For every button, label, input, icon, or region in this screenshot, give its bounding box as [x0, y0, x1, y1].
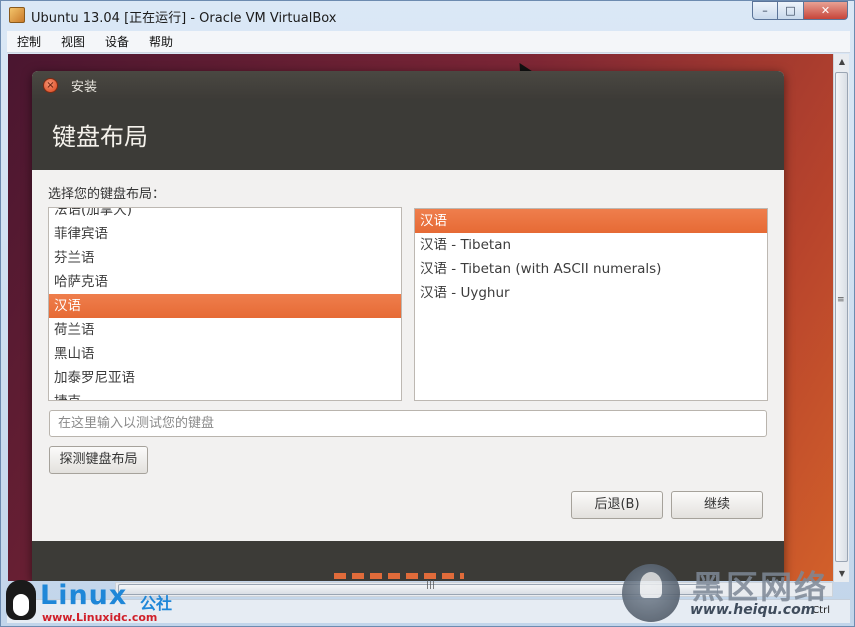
detect-layout-button[interactable]: 探测键盘布局 [49, 446, 148, 474]
list-item[interactable]: 芬兰语 [49, 246, 401, 270]
list-item[interactable]: 菲律宾语 [49, 222, 401, 246]
list-item[interactable]: 汉语 - Uyghur [415, 281, 767, 305]
heiqu-watermark: 黑区网络 www.heiqu.com [620, 562, 850, 626]
maximize-button[interactable]: □ [778, 1, 804, 20]
menu-control[interactable]: 控制 [7, 33, 51, 50]
variant-list-rows: 汉语 汉语 - Tibetan 汉语 - Tibetan (with ASCII n… [415, 209, 767, 305]
page-title: 键盘布局 [52, 123, 148, 151]
keyboard-test-input[interactable]: 在这里输入以测试您的键盘 [49, 410, 767, 437]
scroll-up-icon[interactable]: ▲ [834, 54, 850, 70]
heiqu-watermark-url: www.heiqu.com [690, 602, 816, 618]
list-item[interactable]: 法语(加拿大) [49, 208, 401, 222]
vm-display[interactable]: × 安装 键盘布局 选择您的键盘布局： 法语(加拿大) 菲律宾语 芬兰语 哈萨克语 汉语… [8, 54, 833, 581]
installer-window-title: 安装 [71, 80, 98, 95]
vertical-scrollbar[interactable]: ▲ ≡ ▼ [833, 54, 849, 582]
menu-view[interactable]: 视图 [51, 33, 95, 50]
hscroll-grip-icon: ||| [426, 580, 436, 590]
window-title: Ubuntu 13.04 [正在运行] - Oracle VM VirtualB… [31, 11, 337, 26]
list-item[interactable]: 汉语 [49, 294, 401, 318]
variant-list[interactable]: 汉语 汉语 - Tibetan 汉语 - Tibetan (with ASCII n… [414, 208, 768, 401]
list-item[interactable]: 黑山语 [49, 342, 401, 366]
penguin-logo-icon [6, 580, 36, 620]
layout-list-rows: 法语(加拿大)菲律宾语芬兰语哈萨克语汉语荷兰语黑山语加泰罗尼亚语捷克 [49, 208, 401, 400]
virtualbox-window: Ubuntu 13.04 [正在运行] - Oracle VM VirtualB… [0, 0, 855, 627]
list-item[interactable]: 捷克 [49, 390, 401, 400]
installer-titlebar: × 安装 [32, 71, 784, 99]
progress-dots [334, 573, 464, 579]
vertical-scroll-thumb[interactable] [835, 72, 848, 562]
minimize-button[interactable]: – [752, 1, 778, 20]
back-button[interactable]: 后退(B) [571, 491, 663, 519]
layout-list[interactable]: 法语(加拿大)菲律宾语芬兰语哈萨克语汉语荷兰语黑山语加泰罗尼亚语捷克 [48, 207, 402, 401]
installer-header: 键盘布局 [32, 99, 784, 170]
list-item[interactable]: 哈萨克语 [49, 270, 401, 294]
scroll-grip-icon: ≡ [837, 295, 845, 305]
menubar: 控制 视图 设备 帮助 [7, 31, 850, 53]
list-item[interactable]: 汉语 [415, 209, 767, 233]
window-controls: – □ ✕ [752, 1, 848, 20]
heiqu-logo-icon [622, 564, 680, 622]
linux-watermark-url: www.Linuxidc.com [42, 611, 158, 624]
linux-watermark-word: Linux [40, 580, 128, 611]
list-item[interactable]: 荷兰语 [49, 318, 401, 342]
layout-prompt: 选择您的键盘布局： [48, 187, 166, 202]
installer-close-icon[interactable]: × [43, 78, 58, 93]
linuxidc-watermark: Linux 公社 www.Linuxidc.com [4, 578, 184, 626]
list-item[interactable]: 汉语 - Tibetan (with ASCII numerals) [415, 257, 767, 281]
list-item[interactable]: 加泰罗尼亚语 [49, 366, 401, 390]
menu-devices[interactable]: 设备 [95, 33, 139, 50]
menu-help[interactable]: 帮助 [139, 33, 183, 50]
list-item[interactable]: 汉语 - Tibetan [415, 233, 767, 257]
window-titlebar[interactable]: Ubuntu 13.04 [正在运行] - Oracle VM VirtualB… [1, 1, 854, 29]
virtualbox-icon [9, 7, 25, 23]
continue-button[interactable]: 继续 [671, 491, 763, 519]
close-button[interactable]: ✕ [804, 1, 848, 20]
installer-dialog: × 安装 键盘布局 选择您的键盘布局： 法语(加拿大) 菲律宾语 芬兰语 哈萨克语 汉语… [32, 71, 784, 581]
